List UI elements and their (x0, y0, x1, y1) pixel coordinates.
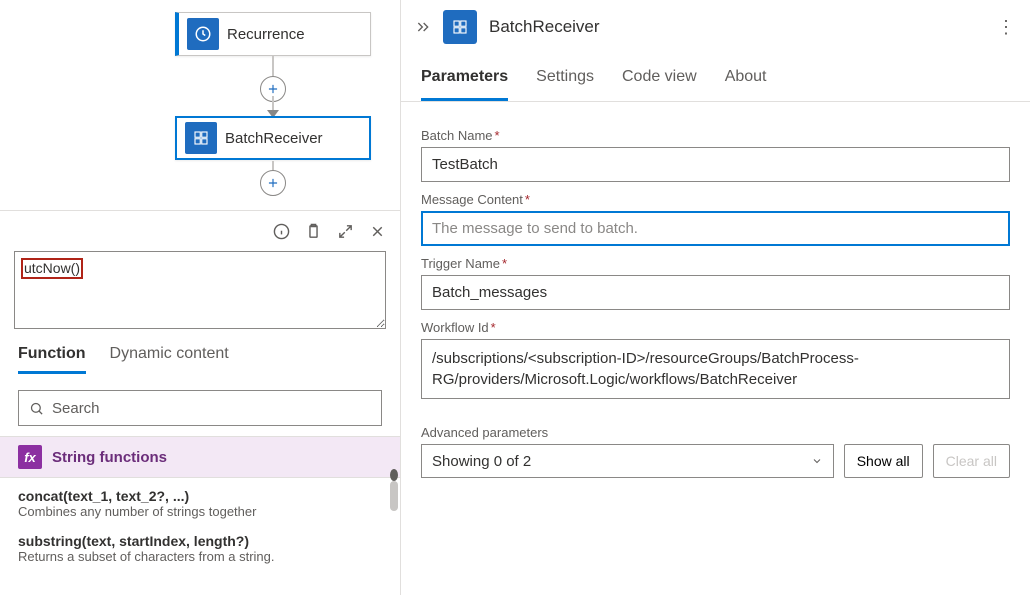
function-item-substring[interactable]: substring(text, startIndex, length?) Ret… (18, 533, 382, 564)
trigger-name-label: Trigger Name* (421, 256, 1010, 271)
message-content-label: Message Content* (421, 192, 1010, 207)
expression-editor[interactable]: utcNow() (14, 251, 386, 329)
function-item-concat[interactable]: concat(text_1, text_2?, ...) Combines an… (18, 488, 382, 519)
fx-icon: fx (18, 445, 42, 469)
paste-icon[interactable] (304, 222, 322, 240)
node-recurrence[interactable]: Recurrence (175, 12, 371, 56)
info-icon[interactable] (272, 222, 290, 240)
string-functions-title: String functions (52, 449, 167, 466)
advanced-params-select[interactable]: Showing 0 of 2 (421, 444, 834, 478)
tab-settings[interactable]: Settings (536, 68, 594, 101)
batch-name-input[interactable]: TestBatch (421, 147, 1010, 182)
panel-title: BatchReceiver (489, 17, 600, 37)
advanced-params-selected: Showing 0 of 2 (432, 453, 531, 470)
clear-all-button[interactable]: Clear all (933, 444, 1010, 478)
tab-codeview[interactable]: Code view (622, 68, 697, 101)
add-step-button[interactable] (260, 170, 286, 196)
expression-text: utcNow() (21, 258, 83, 279)
chevron-down-icon (811, 455, 823, 467)
clock-icon (187, 18, 219, 50)
function-signature: substring(text, startIndex, length?) (18, 533, 382, 549)
trigger-name-input[interactable]: Batch_messages (421, 275, 1010, 310)
helper-tabs: Function Dynamic content (0, 329, 400, 374)
string-functions-section-header[interactable]: fx String functions (0, 436, 400, 478)
function-description: Combines any number of strings together (18, 504, 382, 519)
function-list: concat(text_1, text_2?, ...) Combines an… (0, 478, 400, 588)
node-recurrence-label: Recurrence (227, 26, 305, 43)
scrollbar-thumb[interactable] (390, 469, 398, 481)
panel-body: Batch Name* TestBatch Message Content* T… (401, 102, 1030, 494)
show-all-button[interactable]: Show all (844, 444, 923, 478)
tab-dynamic-content[interactable]: Dynamic content (110, 345, 229, 374)
properties-panel: BatchReceiver ⋮ Parameters Settings Code… (400, 0, 1030, 595)
function-signature: concat(text_1, text_2?, ...) (18, 488, 382, 504)
close-icon[interactable] (368, 222, 386, 240)
workflow-id-input[interactable]: /subscriptions/<subscription-ID>/resourc… (421, 339, 1010, 399)
batch-icon (443, 10, 477, 44)
panel-header: BatchReceiver ⋮ (401, 0, 1030, 54)
scrollbar[interactable] (390, 481, 398, 511)
expand-icon[interactable] (336, 222, 354, 240)
panel-tabs: Parameters Settings Code view About (401, 54, 1030, 102)
tab-parameters[interactable]: Parameters (421, 68, 508, 101)
message-content-input[interactable]: The message to send to batch. (421, 211, 1010, 246)
search-placeholder: Search (52, 400, 100, 417)
collapse-icon[interactable] (415, 19, 431, 35)
expression-helper-panel: utcNow() Function Dynamic content Search… (0, 210, 400, 595)
batch-icon (185, 122, 217, 154)
node-batchreceiver-label: BatchReceiver (225, 130, 323, 147)
search-icon (29, 401, 44, 416)
batch-name-label: Batch Name* (421, 128, 1010, 143)
function-description: Returns a subset of characters from a st… (18, 549, 382, 564)
search-input[interactable]: Search (18, 390, 382, 426)
more-menu-icon[interactable]: ⋮ (997, 17, 1016, 38)
designer-left-pane: Recurrence BatchReceiver (0, 0, 400, 595)
workflow-id-label: Workflow Id* (421, 320, 1010, 335)
advanced-params-label: Advanced parameters (421, 425, 1010, 440)
node-batchreceiver[interactable]: BatchReceiver (175, 116, 371, 160)
tab-function[interactable]: Function (18, 345, 86, 374)
workflow-canvas[interactable]: Recurrence BatchReceiver (0, 0, 400, 210)
connector-line (272, 56, 274, 76)
tab-about[interactable]: About (725, 68, 767, 101)
helper-toolbar (0, 211, 400, 251)
